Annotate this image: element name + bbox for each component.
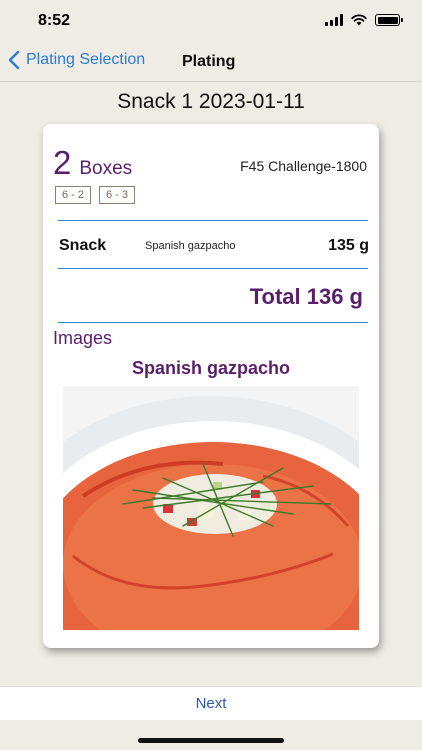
bottom-toolbar: Next	[0, 686, 422, 720]
plating-card: 2 Boxes F45 Challenge-1800 6 - 2 6 - 3 Sn…	[43, 124, 379, 648]
battery-icon	[375, 14, 403, 26]
dish-photo[interactable]	[63, 386, 359, 630]
divider	[58, 268, 368, 269]
wifi-icon	[351, 14, 367, 26]
plan-name: F45 Challenge-1800	[240, 158, 367, 174]
meal-weight: 135 g	[328, 237, 369, 254]
box-tag: 6 - 3	[99, 186, 136, 204]
images-section-label: Images	[53, 328, 113, 348]
total-weight: Total 136 g	[249, 284, 363, 309]
navigation-bar: Plating Selection Plating	[0, 44, 422, 82]
status-time: 8:52	[38, 12, 71, 29]
meal-row: Snack Spanish gazpacho 135 g	[59, 232, 369, 260]
box-tag: 6 - 2	[55, 186, 92, 204]
meal-name: Snack	[59, 237, 107, 254]
boxes-label: Boxes	[79, 158, 133, 179]
home-indicator	[138, 738, 284, 743]
divider	[58, 220, 368, 221]
box-tags: 6 - 2 6 - 3	[55, 186, 136, 204]
page-heading: Snack 1 2023-01-11	[117, 90, 305, 113]
gazpacho-image	[63, 386, 359, 630]
cellular-signal-icon	[325, 14, 343, 26]
next-button[interactable]: Next	[0, 695, 422, 712]
meal-description: Spanish gazpacho	[145, 240, 236, 252]
status-bar: 8:52	[0, 0, 422, 44]
status-icons	[325, 14, 403, 26]
nav-title: Plating	[182, 53, 236, 70]
dish-title: Spanish gazpacho	[131, 358, 291, 378]
divider	[58, 322, 368, 323]
boxes-summary: 2 Boxes	[53, 144, 132, 182]
boxes-count: 2	[53, 144, 72, 181]
chevron-left-icon	[8, 50, 20, 70]
back-button[interactable]: Plating Selection	[8, 50, 145, 70]
back-button-label: Plating Selection	[26, 51, 146, 68]
